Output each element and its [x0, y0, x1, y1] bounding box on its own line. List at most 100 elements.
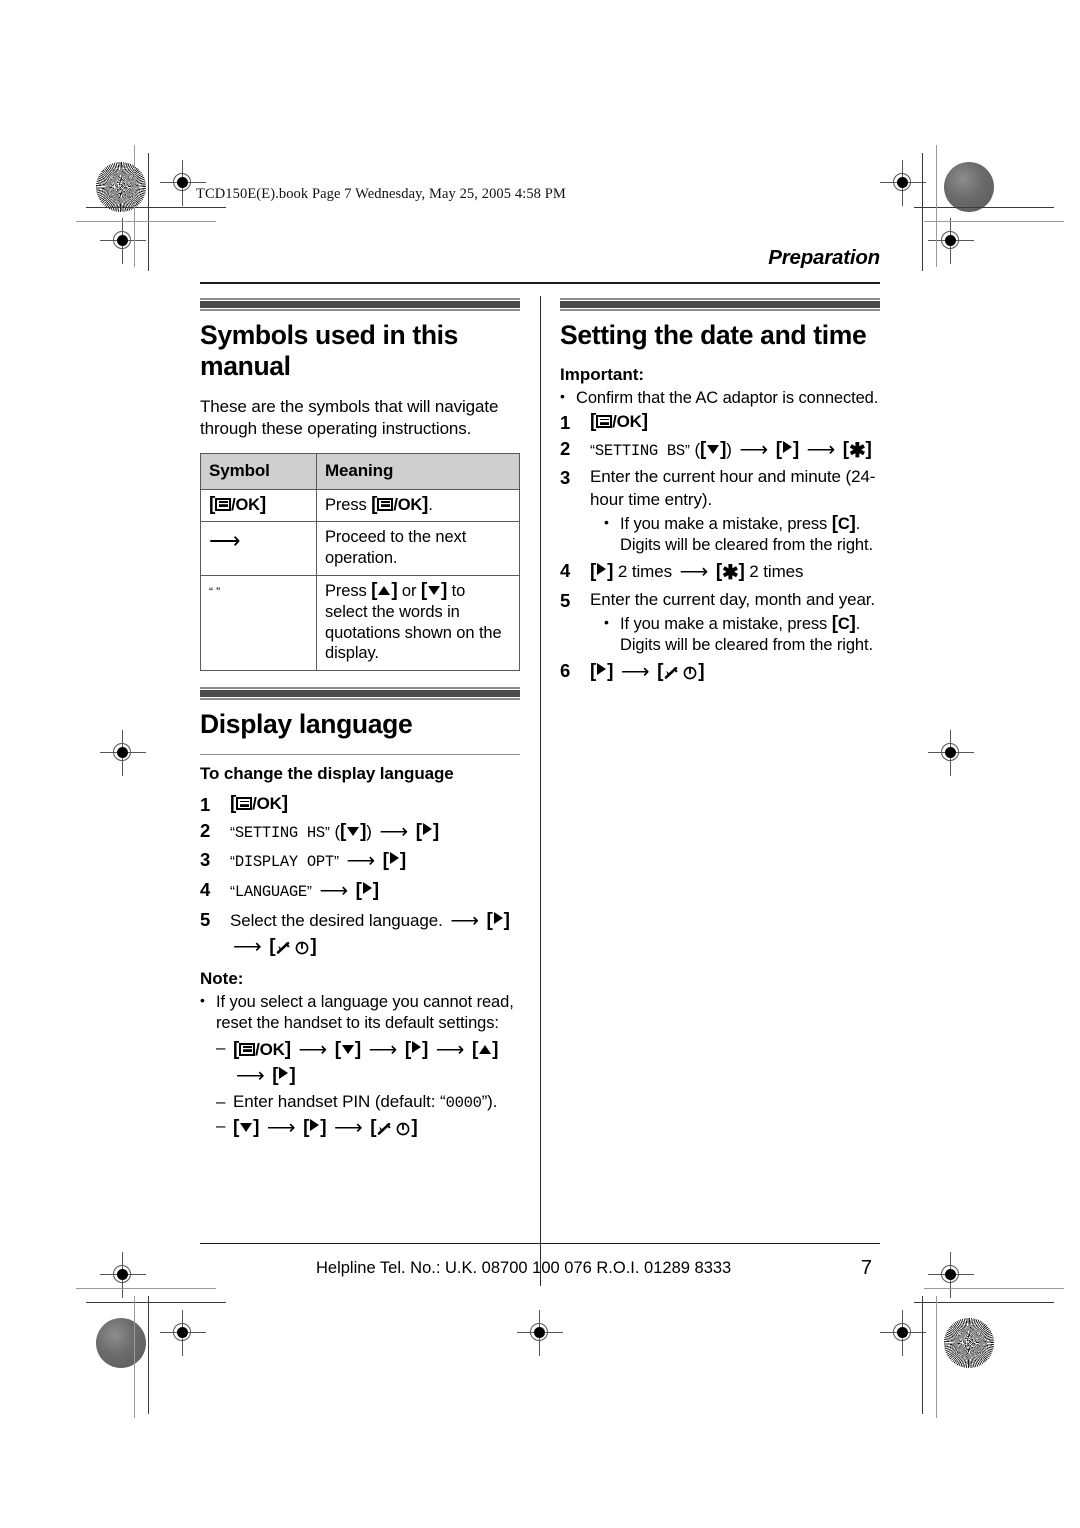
list-item: [] ⟶ [] ⟶ []: [216, 1115, 520, 1141]
triangle-right-icon: [310, 1118, 320, 1131]
meaning-cell-menu-ok: Press [/OK].: [316, 488, 520, 523]
section-heading-bar-date-time: [560, 298, 880, 311]
offhook-phone-icon: [664, 667, 679, 680]
right-arrow-icon: ⟶: [739, 438, 769, 461]
list-item: 5 Select the desired language. ⟶ [] ⟶ []: [200, 908, 520, 961]
page-title-symbols-used: Symbols used in this manual: [200, 319, 459, 381]
key-up: []: [471, 1038, 499, 1060]
step5-text: Select the desired language.: [230, 910, 443, 930]
registration-mark-lower-left: [100, 1252, 146, 1298]
key-right: []: [590, 561, 614, 583]
symbol-cell-arrow: ⟶: [200, 521, 317, 576]
crop-line-bottom-left-v2: [134, 1296, 136, 1418]
running-head-preparation: Preparation: [768, 246, 880, 269]
solid-circle-mark-bottom-left: [96, 1318, 146, 1368]
registration-mark-top-right: [880, 160, 926, 206]
important-label: Important:: [560, 364, 645, 384]
step-number: 6: [560, 660, 571, 682]
crop-line-top-left-h2: [76, 221, 216, 223]
lcd-text-display-opt: DISPLAY OPT: [234, 853, 334, 872]
triangle-right-icon: [279, 1066, 289, 1079]
meaning-cell-arrow: Proceed to the next operation.: [316, 521, 520, 576]
crop-line-bottom-left-h2: [76, 1288, 216, 1290]
registration-mark-bottom-center: [517, 1310, 563, 1356]
key-down: []: [700, 438, 727, 460]
triangle-down-icon: [347, 826, 360, 836]
key-clear: [C]: [831, 612, 856, 634]
crop-line-bottom-right-v2: [936, 1296, 938, 1418]
right-arrow-icon: ⟶: [435, 1038, 465, 1061]
power-icon: [396, 1122, 410, 1136]
key-menu-ok: [/OK]: [230, 793, 288, 815]
lcd-text-language: LANGUAGE: [234, 882, 307, 901]
right-column: Setting the date and time Important: Con…: [560, 298, 880, 689]
crop-line-bottom-right-v: [922, 1296, 924, 1414]
note-bullet-list: If you select a language you cannot read…: [200, 991, 520, 1035]
power-icon: [683, 667, 697, 680]
step-number: 5: [200, 908, 211, 930]
menu-icon: [239, 1042, 256, 1056]
registration-mark-middle-right: [928, 730, 974, 776]
right-arrow-icon: ⟶: [233, 936, 262, 959]
triangle-right-icon: [493, 911, 503, 924]
triangle-down-icon: [341, 1044, 354, 1054]
key-menu-ok: [/OK]: [590, 411, 648, 433]
starburst-mark-bottom-right: [944, 1318, 994, 1368]
crop-line-top-right-h: [914, 207, 1054, 209]
meaning-text-pre: Press: [325, 581, 372, 600]
step-number: 3: [560, 467, 571, 489]
step3-text: Enter the current hour and minute (24-ho…: [590, 467, 876, 509]
triangle-down-icon: [240, 1122, 253, 1132]
step-number: 2: [200, 819, 211, 841]
triangle-right-icon: [782, 440, 792, 453]
mistake-bullet-list: If you make a mistake, press [C]. Digits…: [604, 513, 880, 557]
key-right: []: [303, 1116, 327, 1138]
subheading-change-display-language: To change the display language: [200, 764, 454, 784]
menu-icon: [215, 497, 232, 511]
key-power-offhook: []: [657, 661, 705, 683]
triangle-up-icon: [378, 585, 391, 595]
list-item: 5 Enter the current day, month and year.…: [560, 589, 880, 656]
registration-mark-bottom-right: [880, 1310, 926, 1356]
step-number: 4: [200, 878, 211, 900]
crop-line-bottom-left-v: [148, 1296, 150, 1414]
times-label: 2 times: [617, 562, 672, 582]
registration-mark-upper-left: [100, 218, 146, 264]
key-star: [✱]: [842, 438, 872, 462]
reset-dash-list: [/OK] ⟶ [] ⟶ [] ⟶ [] ⟶ [] Enter handset …: [216, 1037, 520, 1141]
symbol-meaning-table: Symbol Meaning [/OK] Press [/OK]. ⟶ Proc…: [200, 453, 520, 672]
mistake-bullet-list: If you make a mistake, press [C]. Digits…: [604, 612, 880, 657]
right-arrow-icon: ⟶: [346, 850, 376, 873]
asterisk-icon: ✱: [721, 562, 739, 585]
list-item: If you make a mistake, press [C]. Digits…: [604, 513, 880, 557]
symbols-intro-paragraph: These are the symbols that will navigate…: [200, 396, 499, 438]
menu-icon: [377, 497, 394, 511]
column-header-symbol: Symbol: [200, 453, 317, 490]
mistake-text-line2: Digits will be cleared from the right.: [620, 636, 873, 655]
key-star: [✱]: [715, 561, 745, 585]
left-column: Symbols used in this manual These are th…: [200, 298, 520, 1143]
registration-mark-upper-right: [928, 218, 974, 264]
step-number: 1: [560, 412, 571, 434]
right-arrow-icon: ⟶: [209, 528, 241, 554]
meaning-text-pre: Press: [325, 495, 372, 514]
key-down: []: [420, 579, 448, 601]
menu-icon: [236, 797, 253, 811]
right-arrow-icon: ⟶: [379, 820, 409, 843]
key-menu-ok-inline: [/OK]: [371, 493, 429, 515]
asterisk-icon: ✱: [848, 439, 866, 462]
list-item: 3 “DISPLAY OPT” ⟶ []: [200, 849, 406, 873]
step-number: 3: [200, 849, 211, 871]
table-row: ⟶ Proceed to the next operation.: [200, 521, 520, 576]
note-label: Note:: [200, 968, 244, 988]
list-item: 2 “SETTING BS” ([]) ⟶ [] ⟶ [✱]: [560, 437, 872, 462]
step-number: 1: [200, 794, 211, 816]
list-item: 4 “LANGUAGE” ⟶ []: [200, 878, 379, 902]
page-title-setting-date-time: Setting the date and time: [560, 319, 867, 350]
triangle-down-icon: [428, 585, 441, 595]
crop-line-top-left-v2: [134, 145, 136, 267]
meaning-text-post: .: [428, 495, 433, 514]
list-item: If you make a mistake, press [C]. Digits…: [604, 612, 880, 657]
key-down: []: [340, 820, 367, 842]
crop-line-top-left-v: [148, 153, 150, 271]
